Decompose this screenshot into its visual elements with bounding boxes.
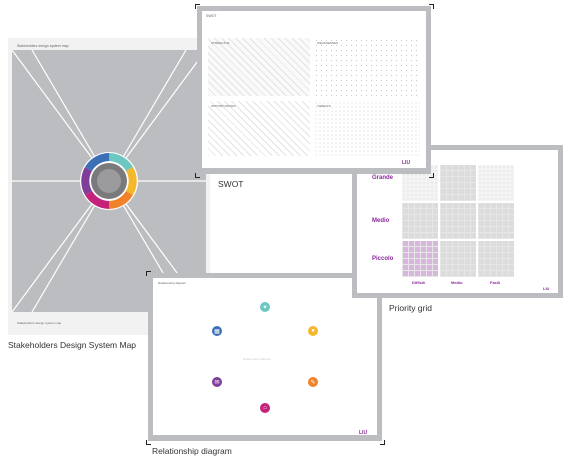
crop-mark (146, 271, 151, 276)
stakeholders-footer: Stakeholders design system map (17, 321, 62, 325)
blue-node-icon: ▦ (212, 326, 222, 336)
relationship-card[interactable]: Relationship diagram Relationship diagra… (148, 273, 382, 441)
priority-row-label: Medio (372, 218, 390, 224)
priority-row-label: Piccolo (372, 256, 394, 262)
relationship-canvas: Relationship diagram Relationship diagra… (153, 278, 377, 436)
teal-node-icon: ✦ (260, 302, 270, 312)
magenta-node-icon: ⌂ (260, 403, 270, 413)
priority-cell (440, 165, 476, 201)
swot-header: SWOT (206, 14, 217, 18)
priority-cell (478, 241, 514, 277)
swot-canvas: SWOT STRENGTHS WEAKNESSES OPPORTUNITIES … (202, 11, 426, 168)
caption-priority: Priority grid (389, 303, 432, 313)
caption-stakeholders: Stakeholders Design System Map (8, 340, 137, 350)
swot-quadrant-label: STRENGTHS (211, 41, 230, 45)
priority-col-label: Facili (490, 280, 501, 285)
relationship-header: Relationship diagram (158, 281, 187, 285)
crop-mark (429, 4, 434, 9)
orange-node-icon: ✎ (308, 377, 318, 387)
swot-quadrant-strengths: STRENGTHS (208, 38, 310, 96)
crop-mark (146, 440, 151, 445)
caption-swot: SWOT (218, 179, 244, 189)
crop-mark (429, 173, 434, 178)
relationship-brand: LIU (359, 430, 368, 436)
crop-mark (380, 440, 385, 445)
purple-node-icon: ✉ (212, 377, 222, 387)
crop-mark (195, 4, 200, 9)
swot-quadrant-label: WEAKNESSES (317, 41, 339, 45)
caption-relationship: Relationship diagram (152, 446, 232, 456)
priority-col-label: Difficili (412, 280, 426, 285)
stakeholders-header: Stakeholders design system map (17, 44, 69, 48)
swot-card[interactable]: SWOT STRENGTHS WEAKNESSES OPPORTUNITIES … (197, 6, 431, 174)
priority-cell (478, 165, 514, 201)
swot-quadrant-weaknesses: WEAKNESSES (314, 38, 420, 96)
priority-cell (402, 203, 438, 239)
priority-cell (440, 203, 476, 239)
swot-quadrant-label: THREATS (317, 104, 331, 108)
priority-cell (440, 241, 476, 277)
priority-brand: LIU (543, 286, 550, 291)
swot-quadrant-opportunities: OPPORTUNITIES (208, 101, 310, 156)
relationship-center-label: Relationship diagram (243, 357, 272, 361)
priority-cell (402, 241, 438, 277)
yellow-node-icon: ● (308, 326, 318, 336)
swot-quadrant-label: OPPORTUNITIES (211, 104, 236, 108)
swot-brand: LIU (402, 160, 411, 166)
priority-col-label: Medio (451, 280, 463, 285)
crop-mark (195, 173, 200, 178)
priority-cell (478, 203, 514, 239)
priority-row-label: Grande (372, 175, 394, 181)
swot-quadrant-threats: THREATS (314, 101, 420, 156)
